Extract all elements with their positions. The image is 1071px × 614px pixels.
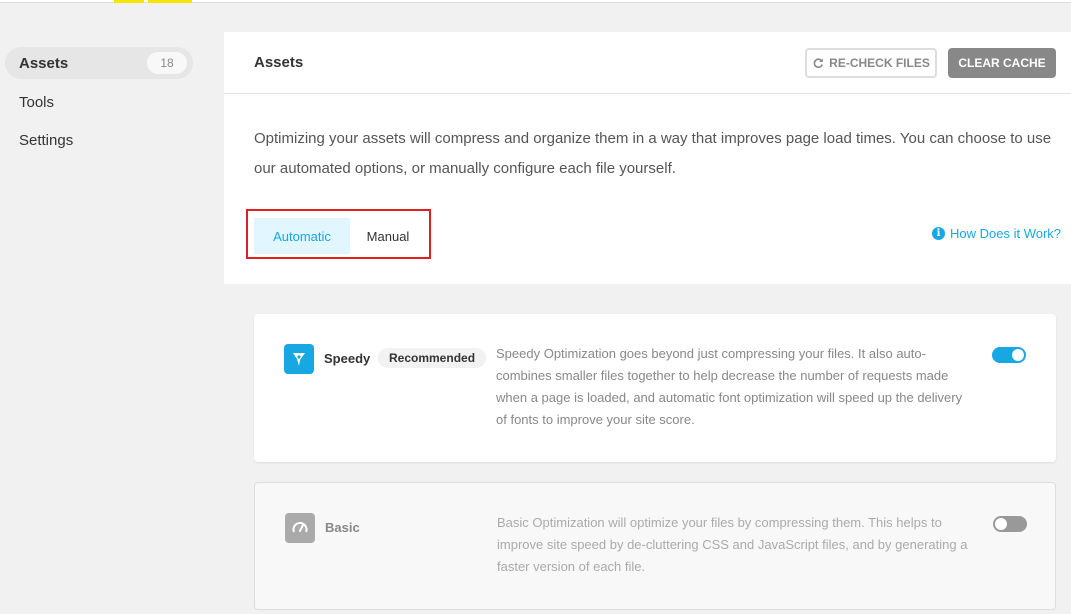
count-badge: 18 [147, 52, 187, 74]
top-bar [0, 0, 1071, 3]
sidebar-item-label: Assets [19, 54, 69, 72]
how-does-it-work-label: How Does it Work? [950, 226, 1062, 241]
top-bar-marker [114, 0, 144, 3]
basic-title: Basic [325, 520, 360, 535]
basic-optimization-card: Basic Basic Optimization will optimize y… [254, 482, 1056, 610]
recommended-badge: Recommended [378, 348, 487, 368]
basic-toggle[interactable] [993, 516, 1027, 532]
sidebar-item-tools[interactable]: Tools [5, 86, 193, 118]
panel-header: Assets RE-CHECK FILES CLEAR CACHE [224, 32, 1071, 94]
refresh-icon [813, 58, 824, 69]
panel-description: Optimizing your assets will compress and… [254, 130, 1052, 177]
assets-panel: Assets RE-CHECK FILES CLEAR CACHE Optimi… [224, 32, 1071, 284]
how-does-it-work-link[interactable]: i How Does it Work? [932, 226, 1061, 241]
clear-cache-button[interactable]: CLEAR CACHE [948, 48, 1056, 78]
sidebar-item-label: Tools [19, 93, 55, 111]
toggle-knob [995, 518, 1007, 530]
gauge-icon [285, 513, 315, 543]
tabs-highlight-frame: Automatic Manual [246, 209, 431, 259]
sidebar-item-assets[interactable]: Assets 18 [5, 47, 193, 79]
speedy-optimization-card: Speedy Recommended Speedy Optimization g… [254, 314, 1056, 462]
page-title: Assets [254, 54, 304, 71]
speedy-description: Speedy Optimization goes beyond just com… [496, 346, 963, 427]
basic-description: Basic Optimization will optimize your fi… [497, 515, 968, 574]
recheck-files-button[interactable]: RE-CHECK FILES [805, 48, 937, 78]
speedy-icon [284, 344, 314, 374]
speedy-toggle[interactable] [992, 347, 1026, 363]
info-icon: i [932, 227, 945, 240]
sidebar-item-label: Settings [19, 131, 74, 149]
tab-automatic[interactable]: Automatic [254, 218, 350, 254]
toggle-knob [1012, 349, 1024, 361]
top-bar-marker [148, 0, 192, 3]
tab-manual[interactable]: Manual [350, 218, 426, 254]
sidebar-item-settings[interactable]: Settings [5, 124, 193, 156]
recheck-files-label: RE-CHECK FILES [829, 56, 930, 70]
speedy-title: Speedy [324, 351, 371, 366]
